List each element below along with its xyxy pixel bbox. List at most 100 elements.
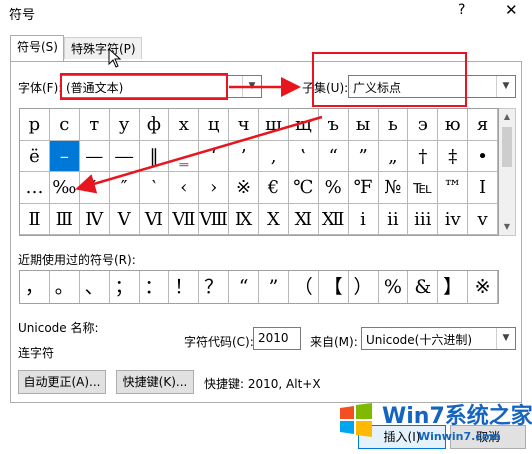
symbol-grid-scrollbar[interactable]: ▲ ▼ xyxy=(499,108,516,236)
shortcut-key-button[interactable]: 快捷键(K)... xyxy=(116,370,194,394)
symbol-cell[interactable]: Ⅱ xyxy=(20,203,50,235)
recent-symbols-grid: ，。、；：！？ “” （【）% &】 ※ xyxy=(19,270,499,304)
symbol-cell[interactable]: ‡ xyxy=(438,140,469,172)
unicode-name-value: 连字符 xyxy=(18,346,55,360)
symbol-cell[interactable]: Ⅹ xyxy=(259,203,289,235)
symbol-cell[interactable]: ‘ xyxy=(199,140,230,172)
symbol-cell[interactable]: Ⅺ xyxy=(288,203,319,235)
symbol-cell[interactable]: • xyxy=(468,140,498,172)
symbol-cell[interactable]: ц xyxy=(199,109,230,141)
recent-symbol-cell[interactable]: 】 xyxy=(438,271,469,303)
tab-special-chars[interactable]: 特殊字符(P) xyxy=(64,37,142,59)
symbol-cell[interactable]: % xyxy=(318,172,349,204)
symbol-cell[interactable]: ″ xyxy=(109,172,140,204)
symbol-cell[interactable]: ч xyxy=(229,109,259,141)
symbol-cell[interactable]: Ⅲ xyxy=(49,203,80,235)
symbol-cell[interactable]: ℡ xyxy=(408,172,439,204)
recent-symbol-cell[interactable]: ， xyxy=(20,271,50,303)
symbol-cell[interactable]: ′ xyxy=(79,172,110,204)
chevron-down-icon[interactable]: ▼ xyxy=(496,328,515,349)
symbol-cell[interactable]: – xyxy=(49,140,80,172)
recent-symbol-cell[interactable]: ） xyxy=(349,271,379,303)
symbol-cell[interactable]: … xyxy=(20,172,50,204)
symbol-cell[interactable]: Ⅰ xyxy=(468,172,498,204)
recent-symbol-cell[interactable]: 。 xyxy=(50,271,80,303)
scroll-up-icon[interactable]: ▲ xyxy=(499,109,515,125)
scroll-thumb[interactable] xyxy=(502,127,512,167)
autocorrect-button[interactable]: 自动更正(A)... xyxy=(18,370,106,394)
recent-symbol-cell[interactable]: ※ xyxy=(468,271,498,303)
recent-symbol-cell[interactable]: % xyxy=(379,271,409,303)
symbol-cell[interactable]: Ⅸ xyxy=(229,203,259,235)
symbol-cell[interactable]: ⅰ xyxy=(348,203,379,235)
symbol-cell[interactable]: ф xyxy=(139,109,170,141)
symbol-cell[interactable]: ⅴ xyxy=(468,203,498,235)
symbol-cell[interactable]: № xyxy=(378,172,409,204)
symbol-cell[interactable]: ” xyxy=(348,140,379,172)
symbol-cell[interactable]: у xyxy=(109,109,140,141)
symbol-cell[interactable]: ‛ xyxy=(288,140,319,172)
symbol-cell[interactable]: ⅳ xyxy=(438,203,469,235)
symbol-cell[interactable]: ‰ xyxy=(49,172,80,204)
recent-symbol-cell[interactable]: ； xyxy=(110,271,140,303)
recent-symbol-cell[interactable]: ？ xyxy=(199,271,230,303)
symbol-cell[interactable]: х xyxy=(169,109,200,141)
symbol-cell[interactable]: Ⅶ xyxy=(169,203,200,235)
symbol-cell[interactable]: ⅲ xyxy=(408,203,439,235)
symbol-cell[interactable]: ’ xyxy=(229,140,259,172)
symbol-cell[interactable]: ‖ xyxy=(139,140,170,172)
symbol-cell[interactable]: Ⅳ xyxy=(79,203,110,235)
subset-dropdown[interactable]: 广义标点 ▼ xyxy=(348,75,516,98)
scroll-down-icon[interactable]: ▼ xyxy=(499,219,515,235)
symbol-cell[interactable]: ™ xyxy=(438,172,469,204)
recent-symbol-cell[interactable]: “ xyxy=(229,271,259,303)
symbol-cell[interactable]: с xyxy=(49,109,80,141)
symbol-cell[interactable]: ※ xyxy=(229,172,259,204)
symbol-cell[interactable]: Ⅷ xyxy=(199,203,230,235)
symbol-cell[interactable]: э xyxy=(408,109,439,141)
symbol-cell[interactable]: ъ xyxy=(318,109,349,141)
close-button[interactable]: ✕ xyxy=(505,1,518,19)
symbol-cell[interactable]: Ⅵ xyxy=(139,203,170,235)
recent-symbol-cell[interactable]: 【 xyxy=(319,271,349,303)
font-dropdown[interactable]: (普通文本) ▼ xyxy=(61,75,262,98)
help-button[interactable]: ? xyxy=(458,2,465,18)
symbol-cell[interactable]: ‗ xyxy=(169,140,200,172)
symbol-cell[interactable]: ― xyxy=(109,140,140,172)
symbol-cell[interactable]: € xyxy=(259,172,289,204)
chevron-down-icon[interactable]: ▼ xyxy=(242,76,261,97)
symbol-cell[interactable]: — xyxy=(79,140,110,172)
symbol-cell[interactable]: ‹ xyxy=(169,172,200,204)
symbol-cell[interactable]: ℉ xyxy=(348,172,379,204)
from-dropdown[interactable]: Unicode(十六进制) ▼ xyxy=(361,327,516,350)
symbol-cell[interactable]: › xyxy=(199,172,230,204)
symbol-cell[interactable]: Ⅻ xyxy=(318,203,349,235)
symbol-cell[interactable]: я xyxy=(468,109,498,141)
symbol-cell[interactable]: „ xyxy=(378,140,409,172)
recent-symbol-cell[interactable]: ” xyxy=(259,271,289,303)
symbol-cell[interactable]: р xyxy=(20,109,50,141)
symbol-cell[interactable]: ь xyxy=(378,109,409,141)
symbol-cell[interactable]: Ⅴ xyxy=(109,203,140,235)
symbol-cell[interactable]: ‚ xyxy=(259,140,289,172)
charcode-input[interactable]: 2010 xyxy=(253,327,301,350)
recent-symbol-cell[interactable]: （ xyxy=(289,271,319,303)
recent-symbol-cell[interactable]: ！ xyxy=(169,271,200,303)
symbol-cell[interactable]: ‵ xyxy=(139,172,170,204)
symbol-cell[interactable]: щ xyxy=(288,109,319,141)
symbol-cell[interactable]: ю xyxy=(438,109,469,141)
recent-symbol-cell[interactable]: & xyxy=(408,271,439,303)
tab-symbols[interactable]: 符号(S) xyxy=(10,35,64,62)
symbol-cell[interactable]: ё xyxy=(20,140,50,172)
symbol-cell[interactable]: ℃ xyxy=(288,172,319,204)
recent-symbol-cell[interactable]: ： xyxy=(140,271,170,303)
chevron-down-icon[interactable]: ▼ xyxy=(496,76,515,97)
symbol-cell[interactable]: † xyxy=(408,140,439,172)
symbol-cell[interactable]: т xyxy=(79,109,110,141)
subset-value: 广义标点 xyxy=(353,81,402,95)
symbol-cell[interactable]: “ xyxy=(318,140,349,172)
symbol-cell[interactable]: ш xyxy=(259,109,289,141)
symbol-cell[interactable]: ы xyxy=(348,109,379,141)
symbol-cell[interactable]: ⅱ xyxy=(378,203,409,235)
recent-symbol-cell[interactable]: 、 xyxy=(80,271,110,303)
